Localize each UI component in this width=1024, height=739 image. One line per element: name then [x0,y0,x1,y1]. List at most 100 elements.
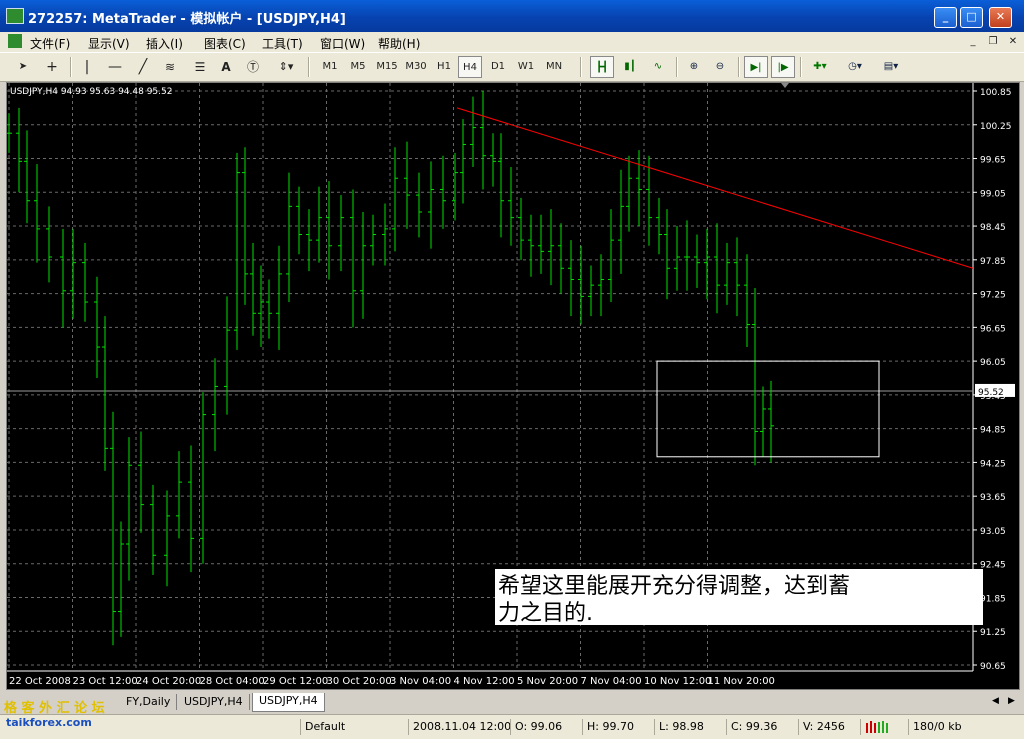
price-tick-label: 90.65 [980,662,1006,672]
price-tick-label: 99.65 [980,156,1006,166]
price-tick-label: 96.05 [980,358,1006,368]
status-open: O: 99.06 [510,719,585,735]
date-tick-label: 30 Oct 20:00 [327,676,392,687]
fibonacci-fan-icon[interactable]: ≋ [160,56,180,78]
price-tick-label: 91.25 [980,628,1006,638]
chart-tabs: FY,Daily USDJPY,H4 USDJPY,H4 ◀ ▶ [0,691,1024,712]
horizontal-line-icon[interactable]: — [106,56,124,78]
line-chart-icon[interactable]: ∿ [646,56,670,78]
status-low: L: 98.98 [654,719,729,735]
price-chart[interactable]: 22 Oct 2008 23 Oct 12:0024 Oct 20:0028 Oc… [6,83,1019,689]
mdi-restore-icon[interactable]: ❐ [986,35,1000,48]
tab-usdjpy-h4-active[interactable]: USDJPY,H4 [252,693,325,712]
price-tick-label: 99.05 [980,189,1006,199]
cursor-arrow-icon[interactable]: ➤ [14,56,32,78]
chart-window-icon[interactable] [8,34,22,48]
status-traffic: 180/0 kb [908,719,993,735]
connection-bars-icon [860,719,903,735]
close-button[interactable]: ✕ [989,7,1012,28]
mdi-close-icon[interactable]: ✕ [1006,35,1020,48]
price-tick-label: 94.85 [980,426,1006,436]
menu-insert[interactable]: 插入(I) [146,35,183,52]
status-profile: Default [300,719,405,735]
templates-dropdown-icon[interactable]: ▤▾ [876,56,906,78]
date-tick-label: 23 Oct 12:00 [73,676,138,687]
date-tick-label: 5 Nov 20:00 [517,676,578,687]
resistance-trendline [456,107,974,269]
date-tick-label: 28 Oct 04:00 [200,676,265,687]
trendline-icon[interactable]: ╱ [134,56,152,78]
menu-window[interactable]: 窗口(W) [320,35,365,52]
price-tick-label: 96.65 [980,324,1006,334]
price-tick-label: 94.25 [980,459,1006,469]
timeframe-d1[interactable]: D1 [486,56,510,78]
date-tick-label: 22 Oct 2008 [9,676,71,687]
crosshair-icon[interactable]: + [42,56,62,78]
status-volume: V: 2456 [798,719,861,735]
window-title: 272257: MetaTrader - 模拟帐户 - [USDJPY,H4] [28,12,346,27]
candlestick-icon[interactable]: ▮┃ [618,56,642,78]
timeframe-m30[interactable]: M30 [403,56,429,78]
chart-shift-icon[interactable]: |▶ [771,56,795,78]
timeframe-h1[interactable]: H1 [432,56,456,78]
autoscroll-icon[interactable]: ▶| [744,56,768,78]
price-tick-label: 100.25 [980,122,1012,132]
date-tick-label: 10 Nov 12:00 [644,676,711,687]
annotation-line-1: 希望这里能展开充分得调整，达到蓄 [498,574,850,599]
timeframe-mn[interactable]: MN [542,56,566,78]
indicators-dropdown-icon[interactable]: ✚▾ [806,56,834,78]
title-bar: 272257: MetaTrader - 模拟帐户 - [USDJPY,H4] … [0,0,1024,32]
menu-help[interactable]: 帮助(H) [378,35,420,52]
menu-file[interactable]: 文件(F) [30,35,70,52]
vertical-line-icon[interactable]: | [80,56,94,78]
status-bar: Default 2008.11.04 12:00 O: 99.06 H: 99.… [0,714,1024,739]
tab-fy-daily[interactable]: FY,Daily [120,694,178,710]
minimize-button[interactable]: _ [934,7,957,28]
price-tick-label: 93.65 [980,493,1006,503]
status-high: H: 99.70 [582,719,657,735]
price-tick-label: 100.85 [980,88,1012,98]
date-tick-label: 24 Oct 20:00 [136,676,201,687]
chart-symbol-info: USDJPY,H4 94.93 95.63 94.48 95.52 [10,87,172,97]
timeframe-m5[interactable]: M5 [346,56,370,78]
menu-bar: 文件(F) 显示(V) 插入(I) 图表(C) 工具(T) 窗口(W) 帮助(H… [0,32,1024,53]
metatrader-icon [6,8,24,24]
price-tick-label: 97.85 [980,257,1006,267]
timeframe-w1[interactable]: W1 [514,56,538,78]
tab-scroll-right-icon[interactable]: ▶ [1008,696,1015,706]
zoom-in-icon[interactable]: ⊕ [682,56,706,78]
timeframe-m15[interactable]: M15 [374,56,400,78]
bar-chart-icon[interactable]: ┣┫ [590,56,614,78]
chart-window[interactable]: 22 Oct 2008 23 Oct 12:00 24 Oct 20:00 28 Oc… [6,82,1020,690]
mdi-minimize-icon[interactable]: _ [966,35,980,48]
timeframe-h4[interactable]: H4 [458,56,482,78]
zoom-out-icon[interactable]: ⊖ [708,56,732,78]
date-tick-label: 29 Oct 12:00 [263,676,328,687]
periods-dropdown-icon[interactable]: ◷▾ [840,56,870,78]
price-tick-label: 91.85 [980,594,1006,604]
annotation-line-2: 力之目的. [498,601,593,626]
chart-shift-marker [781,83,789,88]
timeframe-m1[interactable]: M1 [318,56,342,78]
arrows-dropdown-icon[interactable]: ⇕▾ [272,56,300,78]
fibonacci-retracement-icon[interactable]: ☰ [190,56,210,78]
menu-chart[interactable]: 图表(C) [204,35,246,52]
watermark-url: taikforex.com [6,716,92,729]
price-tick-label: 98.45 [980,223,1006,233]
price-tick-label: 97.25 [980,291,1006,301]
date-tick-label: 4 Nov 12:00 [454,676,515,687]
menu-view[interactable]: 显示(V) [88,35,130,52]
date-tick-label: 3 Nov 04:00 [390,676,451,687]
status-close: C: 99.36 [726,719,801,735]
price-tick-label: 92.45 [980,561,1006,571]
current-price-label: 95.52 [978,388,1004,398]
maximize-button[interactable]: □ [960,7,983,28]
date-tick-label: 7 Nov 04:00 [581,676,642,687]
tab-usdjpy-h4-1[interactable]: USDJPY,H4 [178,694,250,710]
tab-scroll-left-icon[interactable]: ◀ [992,696,999,706]
menu-tools[interactable]: 工具(T) [262,35,303,52]
toolbar: ➤ + | — ╱ ≋ ☰ A Ⓣ ⇕▾ M1 M5 M15 M30 H1 H4… [0,53,1024,82]
text-label-icon[interactable]: Ⓣ [244,56,262,78]
price-tick-label: 93.05 [980,527,1006,537]
text-tool-icon[interactable]: A [218,56,234,78]
